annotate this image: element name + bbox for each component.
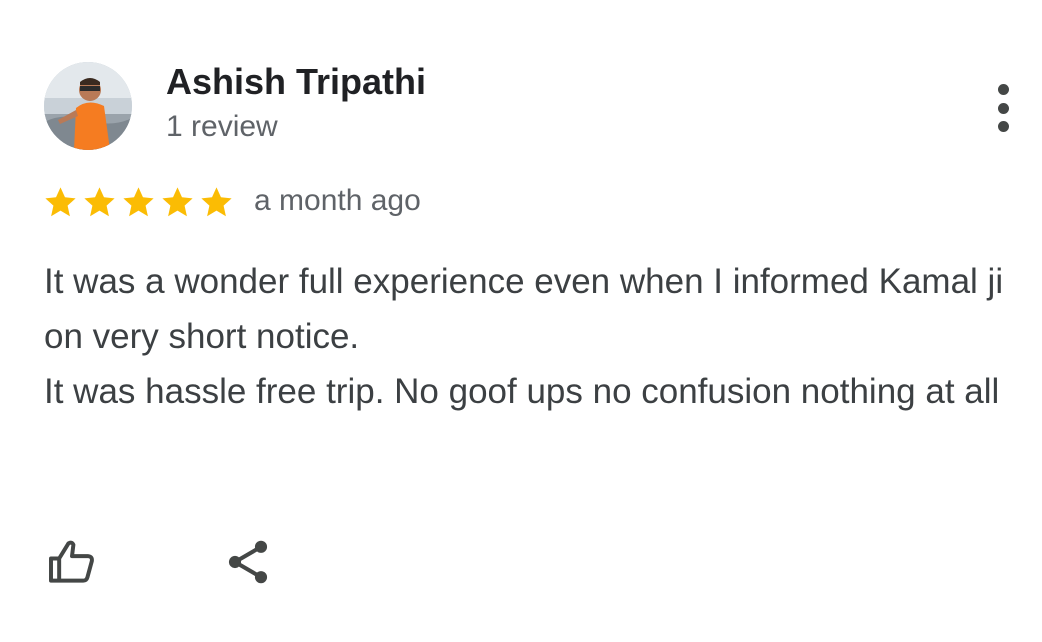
author-name[interactable]: Ashish Tripathi [166, 60, 426, 104]
review-card: Ashish Tripathi 1 review a month ago It … [0, 0, 1042, 642]
star-icon [201, 187, 232, 217]
share-icon [228, 540, 268, 584]
star-icon [45, 187, 76, 217]
review-body-line: It was a wonder full experience even whe… [44, 262, 1004, 356]
author-review-count: 1 review [166, 110, 278, 143]
review-body: It was a wonder full experience even whe… [44, 254, 1024, 419]
avatar[interactable] [44, 62, 132, 150]
more-vert-icon-dot [997, 121, 1009, 132]
avatar-photo [44, 62, 132, 150]
more-vert-icon [997, 84, 1009, 95]
review-timestamp: a month ago [254, 184, 421, 217]
like-button[interactable] [44, 534, 100, 590]
star-rating [42, 184, 235, 221]
thumb-up-icon [49, 540, 94, 583]
star-icon [123, 187, 154, 217]
more-vert-icon-dot [997, 102, 1009, 114]
star-icon [162, 187, 193, 217]
star-icon [84, 187, 115, 217]
more-options-button[interactable] [980, 80, 1026, 136]
review-body-line: It was hassle free trip. No goof ups no … [44, 372, 1000, 411]
share-button[interactable] [222, 536, 274, 588]
